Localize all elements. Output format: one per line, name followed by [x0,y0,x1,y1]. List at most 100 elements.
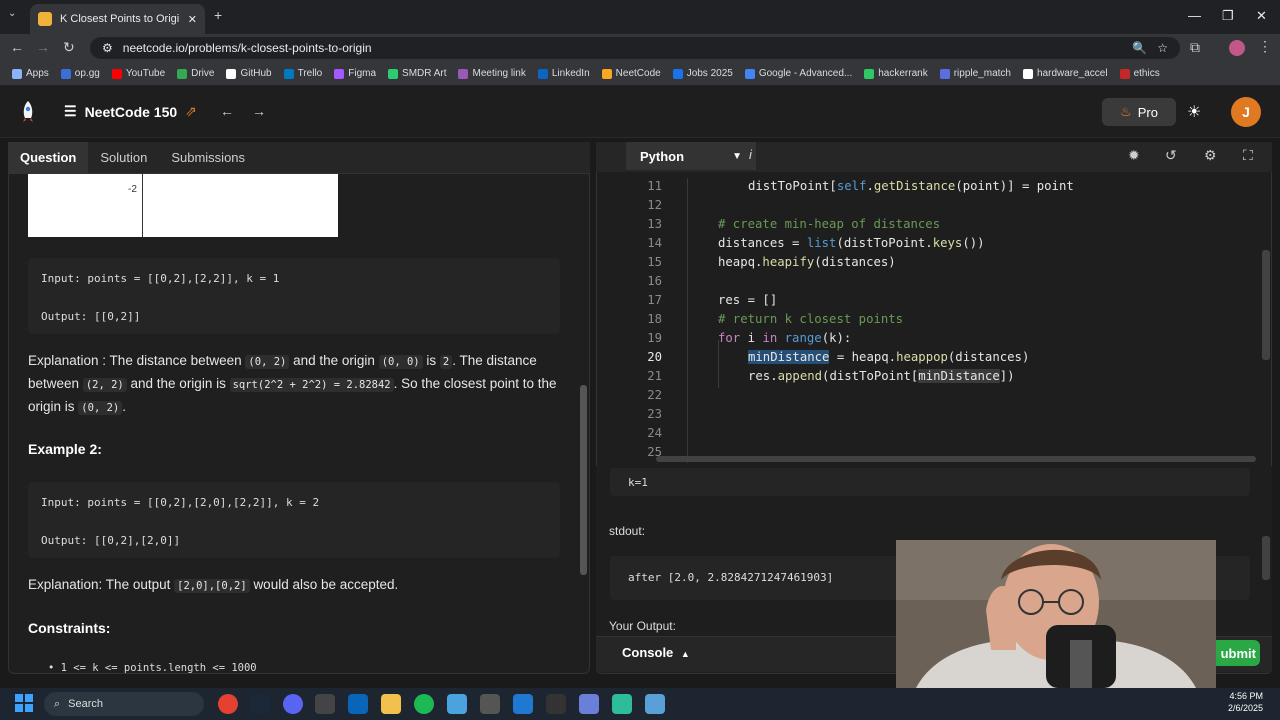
bookmark-6[interactable]: Figma [334,68,376,79]
zoom-icon[interactable]: 🔍 [1132,41,1147,55]
tab-solution[interactable]: Solution [88,142,159,174]
bookmark-13[interactable]: hackerrank [864,68,928,79]
bookmark-16[interactable]: ethics [1119,68,1160,79]
browser-app-icon[interactable] [645,694,665,714]
close-window-icon[interactable]: ✕ [1256,8,1267,24]
webcam-overlay [896,540,1216,688]
bookmark-label: GitHub [240,68,272,79]
extensions-icon[interactable]: ⧉ [1190,39,1200,56]
bookmark-icon [939,68,950,79]
browser-tab[interactable]: K Closest Points to Origin - Ne ✕ [30,4,205,34]
new-tab-icon[interactable]: + [214,7,222,23]
bookmark-7[interactable]: SMDR Art [388,68,446,79]
prev-problem-icon[interactable]: ← [220,103,234,119]
bookmark-icon [111,68,122,79]
bookmark-11[interactable]: Jobs 2025 [672,68,733,79]
bookmark-3[interactable]: Drive [177,68,214,79]
bookmark-icon [283,68,294,79]
fullscreen-icon[interactable]: ⛶ [1243,147,1253,164]
settings-gear-icon[interactable]: ⚙ [1204,147,1217,164]
code-line-14: distances = list(distToPoint.keys()) [718,236,985,250]
bookmark-4[interactable]: GitHub [226,68,272,79]
pro-button[interactable]: ♨ Pro [1102,98,1176,126]
info-icon[interactable]: i [749,147,752,162]
problem-list-link[interactable]: ☰ NeetCode 150 ⇗ [64,103,197,120]
bookmark-14[interactable]: ripple_match [939,68,1011,79]
site-info-icon[interactable]: ⚙ [102,41,113,55]
discord-icon[interactable] [283,694,303,714]
snipping-tool-icon[interactable] [315,694,335,714]
address-bar[interactable]: ⚙ neetcode.io/problems/k-closest-points-… [90,37,1180,59]
bookmark-15[interactable]: hardware_accel [1022,68,1108,79]
bookmark-0[interactable]: Apps [12,68,49,79]
profile-icon[interactable] [1229,40,1245,56]
language-select[interactable]: Python ▼ [626,142,756,170]
bookmark-icon [672,68,683,79]
bookmark-label: Jobs 2025 [686,68,733,79]
ableton-icon[interactable] [546,694,566,714]
unity-icon[interactable] [480,694,500,714]
teams-icon[interactable] [579,694,599,714]
vscode-icon[interactable] [513,694,533,714]
app-icon[interactable] [612,694,632,714]
console-toggle-button[interactable]: Console ▲ [622,645,690,660]
outlook-icon[interactable] [348,694,368,714]
notepad-icon[interactable] [447,694,467,714]
bookmark-icon [864,68,875,79]
tab-submissions[interactable]: Submissions [159,142,257,174]
next-problem-icon[interactable]: → [252,103,266,119]
line-number: 14 [647,236,662,250]
close-tab-icon[interactable]: ✕ [188,13,197,26]
editor-vertical-scrollbar[interactable] [1262,250,1270,360]
maximize-icon[interactable]: ❐ [1222,8,1234,24]
bookmark-star-icon[interactable]: ☆ [1157,41,1168,55]
code-editor[interactable]: distToPoint[self.getDistance(point)] = p… [0,0,1074,383]
chrome-icon[interactable] [218,694,238,714]
search-placeholder: Search [68,698,104,710]
theme-toggle-icon[interactable]: ☀ [1187,102,1201,122]
exp1-text-e: and the origin is [130,376,226,391]
forward-icon[interactable]: → [36,39,50,55]
console-scrollbar[interactable] [1262,536,1270,580]
spotify-icon[interactable] [414,694,434,714]
bookmark-12[interactable]: Google - Advanced... [744,68,852,79]
reload-icon[interactable]: ↻ [63,39,75,56]
steam-icon[interactable] [250,694,270,714]
line-number: 21 [647,369,662,383]
reset-code-icon[interactable]: ↺ [1165,147,1177,164]
graph-tick-label: -2 [128,184,137,195]
flame-icon: ♨ [1120,104,1132,119]
tab-question[interactable]: Question [8,141,89,174]
favicon-icon [38,12,52,26]
taskbar-search[interactable]: ⌕ Search [44,692,204,716]
bookmark-icon [1119,68,1130,79]
minimize-icon[interactable]: — [1188,8,1201,23]
system-clock[interactable]: 4:56 PM 2/6/2025 [1228,690,1263,714]
bookmark-10[interactable]: NeetCode [601,68,661,79]
bookmark-icon [458,68,469,79]
bookmark-label: ripple_match [953,68,1011,79]
avatar[interactable]: J [1231,97,1261,127]
bookmark-label: hackerrank [878,68,928,79]
bookmark-2[interactable]: YouTube [111,68,165,79]
windows-start-icon[interactable] [14,693,34,713]
left-scrollbar[interactable] [580,385,587,575]
file-explorer-icon[interactable] [381,694,401,714]
bookmark-8[interactable]: Meeting link [458,68,526,79]
bookmark-5[interactable]: Trello [283,68,322,79]
language-label: Python [640,148,685,164]
bookmark-9[interactable]: LinkedIn [537,68,590,79]
code-line-15: heapq.heapify(distances) [718,255,896,269]
bookmark-label: LinkedIn [551,68,590,79]
example2-block: Input: points = [[0,2],[2,0],[2,2]], k =… [28,482,560,558]
debug-icon[interactable]: ✹ [1128,147,1140,164]
bookmark-icon [1022,68,1033,79]
line-number: 16 [647,274,662,288]
testcase-input[interactable]: k=1 [610,468,1250,496]
stdout-label: stdout: [609,524,646,538]
editor-horizontal-scrollbar[interactable] [656,456,1256,462]
bookmark-1[interactable]: op.gg [60,68,100,79]
problem-tabs: Question Solution Submissions [8,141,590,174]
rocket-logo-icon[interactable] [18,100,38,124]
menu-icon[interactable]: ⋮ [1258,38,1272,55]
